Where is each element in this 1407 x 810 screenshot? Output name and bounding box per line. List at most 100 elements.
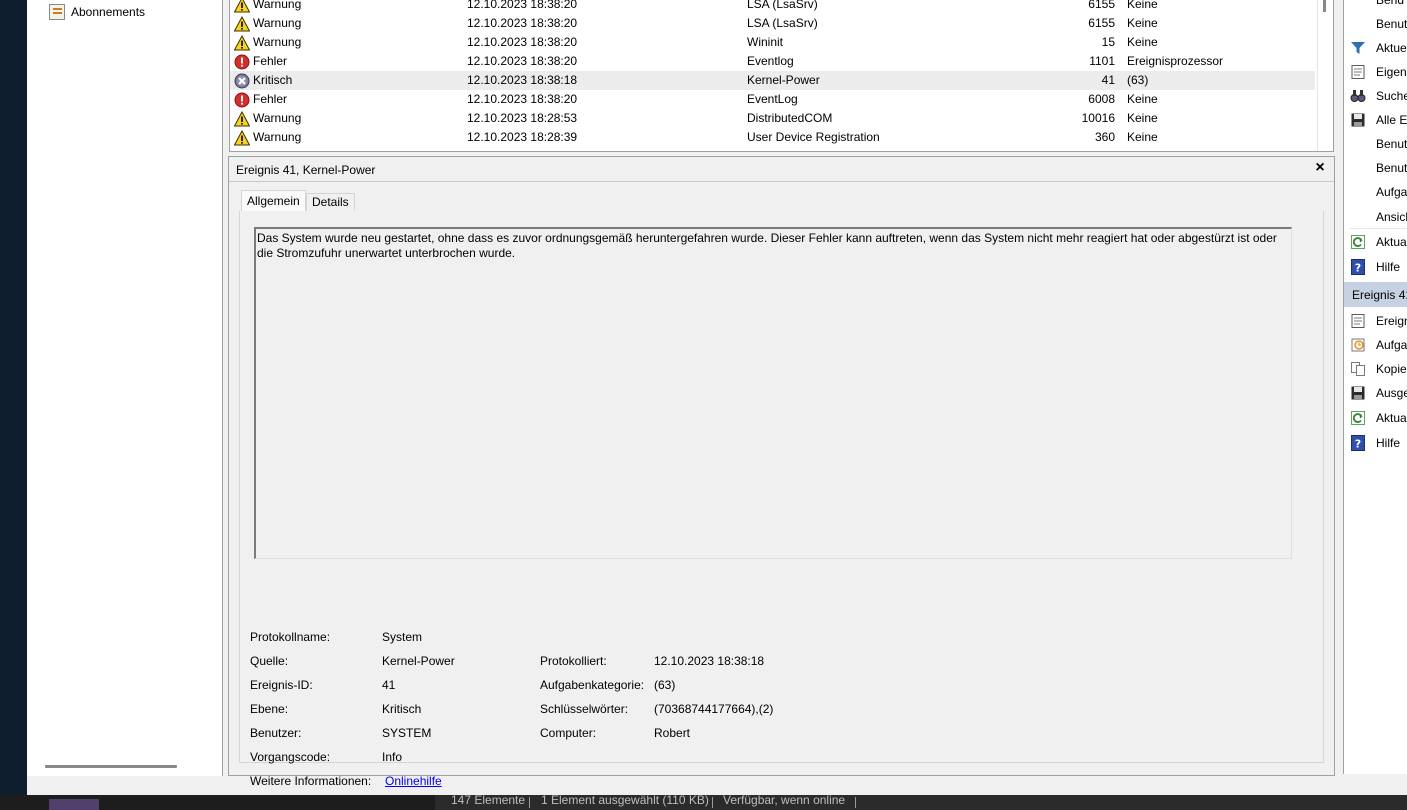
taskbar-app-button[interactable] <box>49 799 99 810</box>
computer-value: Robert <box>654 726 691 740</box>
event-level: Warnung <box>253 111 302 125</box>
event-id: 6155 <box>1088 0 1115 11</box>
event-id-value: 41 <box>382 678 396 692</box>
event-id: 15 <box>1101 35 1115 49</box>
event-action-item[interactable]: ? Hilfe <box>1344 432 1407 454</box>
logged-value: 12.10.2023 18:38:18 <box>654 654 765 668</box>
event-id: 1101 <box>1089 54 1115 68</box>
online-help-link[interactable]: Onlinehilfe <box>385 774 442 788</box>
console-tree[interactable]: Abonnements <box>27 0 223 776</box>
event-list[interactable]: Warnung 12.10.2023 18:28:39 User Device Re… <box>229 0 1334 152</box>
error-icon <box>234 92 250 108</box>
table-row[interactable]: Kritisch 12.10.2023 18:38:18 Kernel-Power 4… <box>230 71 1315 90</box>
action-label: Bend <box>1376 0 1405 7</box>
event-date: 12.10.2023 18:38:20 <box>467 92 578 106</box>
event-list-scrollbar[interactable] <box>1317 0 1331 151</box>
action-item[interactable]: Benut <box>1344 133 1407 155</box>
event-level: Warnung <box>253 0 302 11</box>
table-row[interactable]: Warnung 12.10.2023 18:38:20 Wininit 15 Keine <box>230 33 1315 52</box>
close-icon[interactable]: × <box>1312 160 1328 176</box>
event-action-item[interactable]: Ereign <box>1344 310 1407 332</box>
actions-pane: Ereignis 41 Bend Benut Aktue Eigens Suche All… <box>1343 0 1407 774</box>
event-date: 12.10.2023 18:38:20 <box>467 16 578 30</box>
table-row[interactable]: Warnung 12.10.2023 18:38:20 LSA (LsaSrv) 61… <box>230 0 1315 14</box>
event-viewer-window: Abonnements Warnung 12.10.2023 18:28:39 Us… <box>27 0 1407 798</box>
event-task-category: Keine <box>1127 0 1158 11</box>
event-detail-pane: Ereignis 41, Kernel-Power × Details Allg… <box>228 156 1335 788</box>
properties-icon <box>1350 64 1366 80</box>
source-value: Kernel-Power <box>382 654 455 668</box>
action-item[interactable]: ? Hilfe <box>1344 256 1407 278</box>
actions-separator <box>1350 228 1407 229</box>
action-label: Hilfe <box>1376 260 1401 274</box>
action-label: Ausge <box>1376 386 1407 400</box>
table-row[interactable]: Warnung 12.10.2023 18:28:53 DistributedCOM… <box>230 109 1315 128</box>
tab-general[interactable]: Allgemein <box>241 190 306 212</box>
tree-item-label: Abonnements <box>71 5 146 19</box>
action-label: Alle Er <box>1376 113 1407 127</box>
table-row[interactable]: Warnung 12.10.2023 18:38:20 LSA (LsaSrv) 61… <box>230 14 1315 33</box>
action-label: Hilfe <box>1376 436 1401 450</box>
action-item[interactable]: Benut <box>1344 13 1407 35</box>
warning-icon <box>233 15 251 32</box>
event-id: 360 <box>1094 130 1115 144</box>
action-label: Benut <box>1376 137 1407 151</box>
refresh-icon <box>1350 234 1366 250</box>
action-item[interactable]: Aufga <box>1344 181 1407 203</box>
event-source: User Device Registration <box>747 130 880 144</box>
action-item[interactable]: Aktua <box>1344 231 1407 253</box>
event-action-item[interactable]: Aufga <box>1344 334 1407 356</box>
event-action-item[interactable]: Ausge <box>1344 382 1407 404</box>
subscriptions-icon <box>49 4 65 20</box>
filter-icon <box>1350 40 1366 56</box>
attach-task-icon <box>1350 337 1366 353</box>
event-date: 12.10.2023 18:38:20 <box>467 35 578 49</box>
computer-label: Computer: <box>540 726 597 740</box>
explorer-status-bar: 147 Elemente 1 Element ausgewählt (110 K… <box>435 795 1407 810</box>
event-id: 6155 <box>1088 16 1115 30</box>
event-task-category: Ereignisprozessor <box>1127 54 1224 68</box>
status-selection: 1 Element ausgewählt (110 KB) <box>541 795 709 807</box>
event-source: Wininit <box>747 35 784 49</box>
help-icon: ? <box>1350 259 1366 275</box>
event-description[interactable]: Das System wurde neu gestartet, ohne das… <box>254 227 1292 559</box>
svg-text:?: ? <box>1355 438 1361 451</box>
critical-icon <box>234 73 250 89</box>
action-item[interactable]: Bend <box>1344 0 1407 11</box>
opcode-label: Vorgangscode: <box>250 750 331 764</box>
event-date: 12.10.2023 18:38:20 <box>467 0 578 11</box>
desktop-edge <box>0 0 27 795</box>
action-label: Aktua <box>1376 411 1407 425</box>
save-icon <box>1350 112 1366 128</box>
action-item[interactable]: Suche <box>1344 85 1407 107</box>
event-action-item[interactable]: Aktua <box>1344 407 1407 429</box>
binoculars-icon <box>1350 88 1366 104</box>
table-row[interactable]: Fehler 12.10.2023 18:38:20 Eventlog 1101 Ere… <box>230 52 1315 71</box>
task-category-label: Aufgabenkategorie: <box>540 678 645 692</box>
source-label: Quelle: <box>250 654 289 668</box>
event-task-category: Keine <box>1127 130 1158 144</box>
event-task-category: Keine <box>1127 92 1158 106</box>
action-item[interactable]: Alle Er <box>1344 109 1407 131</box>
tree-horizontal-scrollbar[interactable] <box>45 765 177 768</box>
event-level: Fehler <box>253 92 288 106</box>
action-item[interactable]: Eigens <box>1344 61 1407 83</box>
tab-general-body: Das System wurde neu gestartet, ohne das… <box>239 211 1324 788</box>
event-task-category: Keine <box>1127 16 1158 30</box>
action-item[interactable]: Aktue <box>1344 37 1407 59</box>
detail-title: Ereignis 41, Kernel-Power <box>236 163 376 177</box>
event-task-category: Keine <box>1127 35 1158 49</box>
action-item[interactable]: Benut <box>1344 157 1407 179</box>
table-row[interactable]: Fehler 12.10.2023 18:38:20 EventLog 6008 Kei… <box>230 90 1315 109</box>
tree-item-subscriptions[interactable]: Abonnements <box>49 3 145 21</box>
action-item[interactable]: Ansich <box>1344 206 1407 228</box>
tab-details[interactable]: Details <box>306 193 355 211</box>
actions-section-header[interactable]: Ereignis 41 <box>1344 282 1407 307</box>
event-properties-icon <box>1350 313 1366 329</box>
taskbar: 147 Elemente 1 Element ausgewählt (110 K… <box>0 795 1407 810</box>
table-row[interactable]: Warnung 12.10.2023 18:28:39 User Device Re… <box>230 128 1315 147</box>
event-level: Warnung <box>253 35 302 49</box>
event-date: 12.10.2023 18:38:20 <box>467 54 578 68</box>
warning-icon <box>233 129 251 146</box>
event-action-item[interactable]: Kopier <box>1344 358 1407 380</box>
